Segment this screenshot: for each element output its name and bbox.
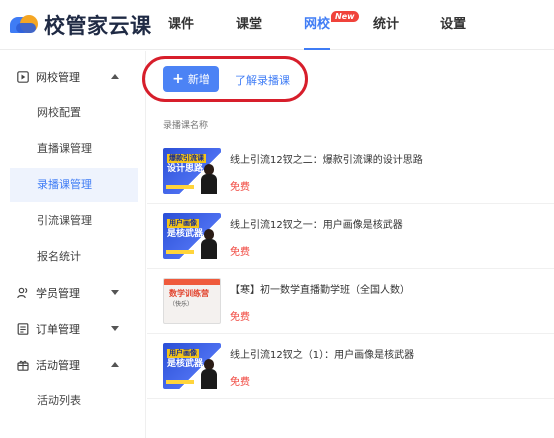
nav-statistics[interactable]: 统计 [373, 0, 399, 50]
learn-recorded-course-link[interactable]: 了解录播课 [235, 72, 290, 88]
course-list: 爆款引流课 设计思路 线上引流12钗之二：爆款引流课的设计思路 免费 用户画像 … [147, 139, 554, 399]
nav-courseware[interactable]: 课件 [168, 0, 194, 50]
course-title[interactable]: 线上引流12钗之一：用户画像是核武器 [230, 216, 403, 231]
users-icon [17, 287, 28, 299]
course-price: 免费 [230, 377, 250, 388]
menu-group-online-school[interactable]: 网校管理 [0, 59, 146, 95]
chevron-down-icon [111, 290, 119, 295]
course-title[interactable]: 线上引流12钗之二：爆款引流课的设计思路 [230, 151, 423, 166]
course-title[interactable]: 线上引流12钗之（1）：用户画像是核武器 [230, 346, 414, 361]
plus-icon: + [172, 71, 184, 87]
main-nav: 课件 课堂 网校 New 统计 设置 [168, 0, 466, 50]
menu-group-orders[interactable]: 订单管理 [0, 311, 146, 347]
course-thumbnail[interactable]: 数学训练营 （快乐） [163, 278, 221, 324]
presenter-image [201, 229, 217, 259]
sidebar-item-live-course[interactable]: 直播课管理 [10, 132, 138, 166]
main-content: + 新增 了解录播课 录播课名称 爆款引流课 设计思路 线上引流12钗之二：爆款… [142, 51, 554, 438]
gift-icon [17, 360, 29, 371]
sidebar: 网校管理 网校配置 直播课管理 录播课管理 引流课管理 报名统计 学员管理 订单… [0, 51, 146, 438]
column-header-course-name: 录播课名称 [163, 121, 209, 131]
nav-settings[interactable]: 设置 [440, 0, 466, 50]
nav-online-school[interactable]: 网校 New [304, 0, 359, 50]
chevron-up-icon [111, 74, 119, 79]
sidebar-item-recorded-course[interactable]: 录播课管理 [10, 168, 138, 202]
nav-classroom[interactable]: 课堂 [236, 0, 262, 50]
list-item[interactable]: 数学训练营 （快乐） 【寒】初一数学直播勤学班（全国人数） 免费 [147, 269, 554, 334]
menu-group-students[interactable]: 学员管理 [0, 275, 146, 311]
course-price: 免费 [230, 182, 250, 193]
chevron-up-icon [111, 362, 119, 367]
course-title[interactable]: 【寒】初一数学直播勤学班（全国人数） [230, 281, 410, 296]
play-square-icon [17, 71, 29, 83]
sidebar-item-lead-course[interactable]: 引流课管理 [10, 204, 138, 238]
app-root: 校管家云课 课件 课堂 网校 New 统计 设置 网校管理 网校配置 直播课管理… [0, 0, 554, 438]
presenter-image [201, 359, 217, 389]
menu-group-activities[interactable]: 活动管理 [0, 347, 146, 383]
sidebar-item-activity-list[interactable]: 活动列表 [10, 384, 138, 418]
new-badge: New [331, 11, 359, 22]
presenter-image [201, 164, 217, 194]
course-price: 免费 [230, 312, 250, 323]
top-header: 校管家云课 课件 课堂 网校 New 统计 设置 [0, 0, 554, 50]
logo-text: 校管家云课 [44, 14, 152, 38]
course-thumbnail[interactable]: 爆款引流课 设计思路 [163, 148, 221, 194]
list-item[interactable]: 用户画像 是核武器 线上引流12钗之一：用户画像是核武器 免费 [147, 204, 554, 269]
order-list-icon [17, 323, 29, 335]
chevron-down-icon [111, 326, 119, 331]
cloud-logo-icon [10, 13, 40, 37]
list-item[interactable]: 用户画像 是核武器 线上引流12钗之（1）：用户画像是核武器 免费 [147, 334, 554, 399]
course-thumbnail[interactable]: 用户画像 是核武器 [163, 343, 221, 389]
list-item[interactable]: 爆款引流课 设计思路 线上引流12钗之二：爆款引流课的设计思路 免费 [147, 139, 554, 204]
sidebar-item-enroll-stats[interactable]: 报名统计 [10, 240, 138, 274]
course-thumbnail[interactable]: 用户画像 是核武器 [163, 213, 221, 259]
logo[interactable]: 校管家云课 [10, 9, 152, 41]
add-course-button[interactable]: + 新增 [163, 66, 219, 92]
sidebar-item-school-config[interactable]: 网校配置 [10, 96, 138, 130]
course-price: 免费 [230, 247, 250, 258]
